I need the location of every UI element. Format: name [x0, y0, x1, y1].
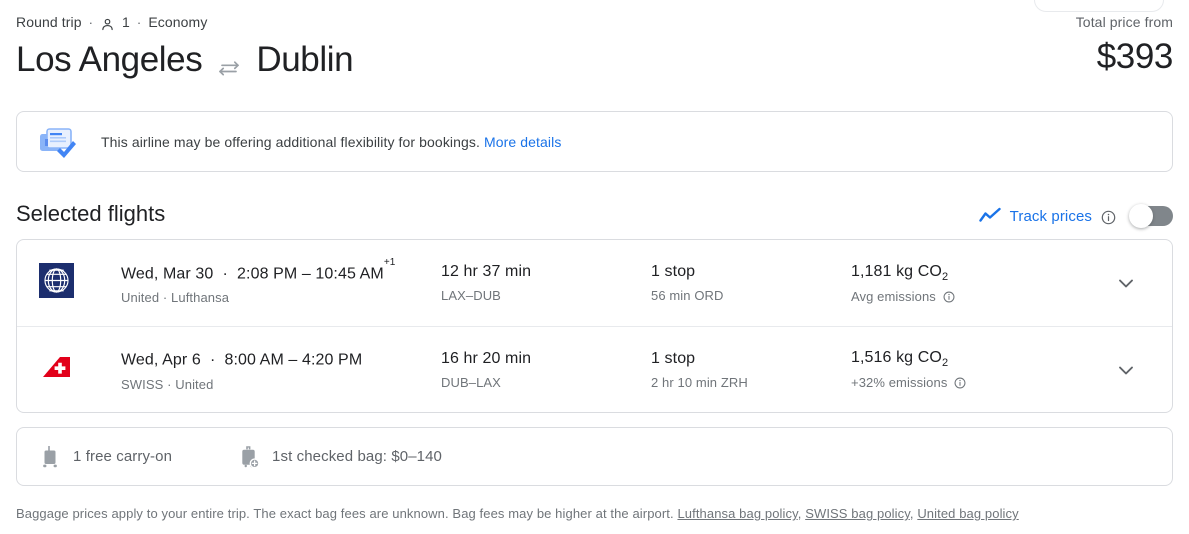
- airline-logo-cell: [39, 263, 121, 303]
- swiss-airlines-logo: [39, 356, 74, 389]
- info-icon[interactable]: [954, 377, 966, 392]
- united-airlines-logo: [39, 263, 74, 302]
- airport-route: LAX–DUB: [441, 288, 501, 303]
- track-prices-toggle[interactable]: [1129, 204, 1173, 228]
- selected-flights-title: Selected flights: [16, 201, 166, 226]
- departure-arrival-times: 8:00 AM – 4:20 PM: [224, 351, 363, 369]
- layover-detail: 56 min ORD: [651, 288, 724, 303]
- total-price-block: Total price from $393: [1075, 14, 1174, 78]
- list-item: 1 free carry-on: [39, 445, 172, 469]
- table-row[interactable]: Wed, Apr 6 · 8:00 AM – 4:20 PM SWISS · U…: [17, 326, 1172, 412]
- flight-duration: 16 hr 20 min: [441, 349, 532, 367]
- flight-duration-cell: 12 hr 37 min LAX–DUB: [441, 261, 651, 305]
- emissions-value: 1,516 kg CO2: [851, 347, 1098, 370]
- checked-bag-label: 1st checked bag: $0–140: [272, 448, 442, 465]
- flight-booking-summary: Round trip · 1 · Economy Los Angeles Dub…: [0, 0, 1189, 534]
- person-icon: [100, 17, 115, 32]
- destination-city: Dublin: [256, 40, 354, 79]
- stops-count: 1 stop: [651, 263, 696, 280]
- meta-separator-2: ·: [136, 14, 142, 30]
- flight-date: Wed, Mar 30: [121, 265, 214, 283]
- flight-times: Wed, Mar 30 · 2:08 PM – 10:45 AM+1: [121, 256, 441, 285]
- total-price-label: Total price from: [1075, 14, 1173, 30]
- emissions-note-wrap: +32% emissions: [851, 374, 1098, 392]
- operating-airlines: SWISS · United: [121, 376, 214, 392]
- toggle-knob: [1129, 204, 1153, 228]
- checked-bag-add-icon: [238, 445, 260, 469]
- selected-flights-card: Wed, Mar 30 · 2:08 PM – 10:45 AM+1 Unite…: [16, 239, 1173, 413]
- trip-header: Round trip · 1 · Economy Los Angeles Dub…: [16, 12, 1173, 81]
- airline-logo-cell: [39, 350, 121, 390]
- more-details-link[interactable]: More details: [484, 134, 561, 150]
- banner-message: This airline may be offering additional …: [101, 133, 480, 150]
- flexible-ticket-icon: [39, 125, 77, 159]
- flight-duration-cell: 16 hr 20 min DUB–LAX: [441, 348, 651, 392]
- flexibility-banner-text: This airline may be offering additional …: [101, 134, 561, 150]
- operating-airlines: United · Lufthansa: [121, 290, 230, 306]
- emissions-subscript: 2: [941, 270, 949, 283]
- flight-schedule-cell: Wed, Apr 6 · 8:00 AM – 4:20 PM SWISS · U…: [121, 345, 441, 393]
- stops-count: 1 stop: [651, 349, 696, 367]
- track-prices-control[interactable]: Track prices: [978, 203, 1173, 229]
- lufthansa-bag-policy-link[interactable]: Lufthansa bag policy: [677, 506, 797, 521]
- flight-emissions-cell: 1,516 kg CO2 +32% emissions: [851, 347, 1098, 392]
- layover-detail: 2 hr 10 min ZRH: [651, 374, 748, 390]
- flight-times: Wed, Apr 6 · 8:00 AM – 4:20 PM: [121, 345, 441, 371]
- total-price-value: $393: [1096, 37, 1174, 76]
- link-sep-1: ,: [797, 506, 802, 521]
- flight-emissions-cell: 1,181 kg CO2 Avg emissions: [851, 261, 1098, 306]
- airport-route: DUB–LAX: [441, 374, 501, 390]
- link-sep-2: ,: [909, 506, 914, 521]
- chevron-down-icon: [1115, 272, 1137, 294]
- passenger-count: 1: [122, 14, 130, 30]
- emissions-note: Avg emissions: [851, 288, 936, 304]
- list-item: 1st checked bag: $0–140: [238, 445, 442, 469]
- emissions-amount: 1,516 kg CO: [851, 349, 942, 366]
- flight-duration: 12 hr 37 min: [441, 263, 532, 280]
- united-bag-policy-link[interactable]: United bag policy: [917, 506, 1018, 521]
- swiss-bag-policy-link[interactable]: SWISS bag policy: [805, 506, 910, 521]
- emissions-note-wrap: Avg emissions: [851, 288, 1098, 306]
- top-cutoff-pill: [1034, 0, 1164, 12]
- baggage-card: 1 free carry-on 1st checked bag: $0–140: [16, 427, 1173, 486]
- emissions-subscript: 2: [941, 357, 949, 369]
- chevron-down-icon: [1115, 359, 1137, 381]
- info-icon[interactable]: [1101, 210, 1116, 225]
- flight-date: Wed, Apr 6: [121, 351, 201, 369]
- flexibility-banner: This airline may be offering additional …: [16, 111, 1173, 172]
- disclaimer-text: Baggage prices apply to your entire trip…: [16, 506, 674, 521]
- trip-type-label: Round trip: [16, 14, 82, 30]
- flight-stops-cell: 1 stop 56 min ORD: [651, 261, 851, 305]
- origin-city: Los Angeles: [16, 40, 203, 79]
- track-prices-label: Track prices: [1009, 207, 1092, 225]
- meta-separator-1: ·: [88, 14, 94, 30]
- flight-stops-cell: 1 stop 2 hr 10 min ZRH: [651, 348, 851, 392]
- expand-row-button[interactable]: [1098, 359, 1154, 381]
- trending-up-icon: [978, 207, 1001, 225]
- baggage-disclaimer: Baggage prices apply to your entire trip…: [16, 505, 1173, 523]
- day-offset: +1: [383, 256, 396, 268]
- table-row[interactable]: Wed, Mar 30 · 2:08 PM – 10:45 AM+1 Unite…: [17, 240, 1172, 326]
- flight-schedule-cell: Wed, Mar 30 · 2:08 PM – 10:45 AM+1 Unite…: [121, 256, 441, 307]
- emissions-value: 1,181 kg CO2: [851, 261, 1098, 284]
- cabin-class-label: Economy: [148, 14, 208, 30]
- emissions-note: +32% emissions: [851, 375, 948, 390]
- trip-meta: Round trip · 1 · Economy: [16, 12, 1173, 32]
- emissions-amount: 1,181 kg CO: [851, 262, 942, 280]
- carry-on-label: 1 free carry-on: [73, 448, 173, 465]
- info-icon[interactable]: [943, 291, 955, 306]
- departure-arrival-times: 2:08 PM – 10:45 AM: [237, 265, 384, 283]
- expand-row-button[interactable]: [1098, 272, 1154, 294]
- swap-arrows-icon: [216, 50, 242, 76]
- carry-on-bag-icon: [39, 445, 61, 469]
- route-title: Los Angeles Dublin: [16, 39, 1173, 81]
